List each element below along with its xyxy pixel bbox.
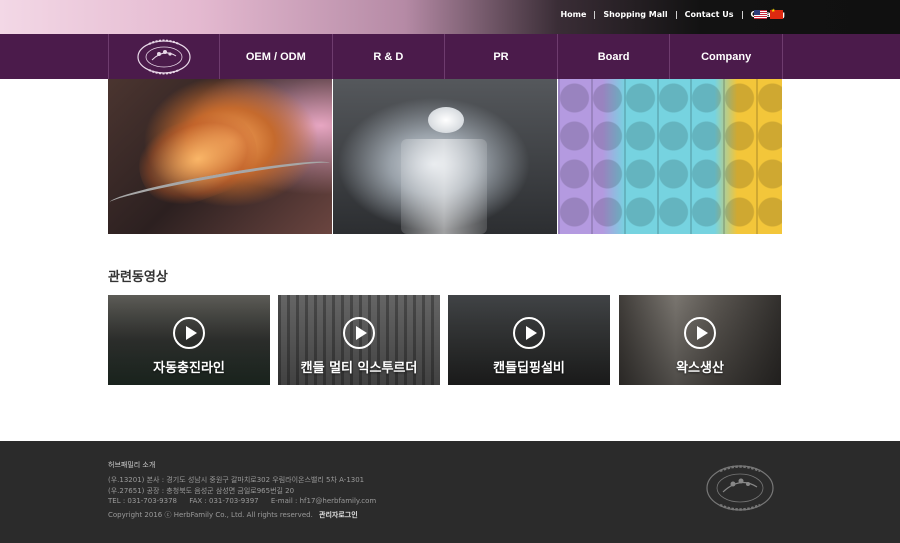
top-bar: Home Shopping Mall Contact Us Catalog: [0, 0, 900, 34]
page: Home Shopping Mall Contact Us Catalog ★ …: [0, 0, 900, 543]
play-icon[interactable]: [173, 317, 205, 349]
play-icon[interactable]: [513, 317, 545, 349]
video-card[interactable]: 왁스생산: [619, 295, 781, 385]
nav-pr[interactable]: PR: [445, 34, 558, 79]
video-card[interactable]: 캔들 멀티 익스투르더: [278, 295, 440, 385]
home-link[interactable]: Home: [560, 10, 586, 19]
footer-tel: TEL : 031-703-9378: [108, 497, 177, 505]
herb-family-logo-icon: [137, 39, 191, 74]
hero-image-glass-bottle: [333, 79, 557, 234]
video-card[interactable]: 자동충진라인: [108, 295, 270, 385]
admin-login-link[interactable]: 관리자로그인: [319, 511, 358, 519]
hero-banner: [108, 79, 782, 234]
shopping-mall-link[interactable]: Shopping Mall: [603, 10, 667, 19]
bottle: [401, 139, 487, 234]
footer-address-factory: (우.27651) 공장 : 충청북도 음성군 삼성면 금일로965번길 20: [108, 487, 295, 495]
divider: [594, 10, 596, 19]
hero-image-colored-candles: [558, 79, 782, 234]
footer: 허브패밀리 소개 (우.13201) 본사 : 경기도 성남시 중원구 갈마치로…: [0, 441, 900, 543]
footer-email: E-mail : hf17@herbfamily.com: [270, 497, 377, 505]
video-label: 자동충진라인: [153, 361, 225, 376]
candle-dots: [558, 79, 782, 234]
nav-r-and-d[interactable]: R & D: [333, 34, 446, 79]
video-label: 왁스생산: [676, 361, 724, 376]
section-title: 관련동영상: [108, 270, 168, 285]
video-list: 자동충진라인 캔들 멀티 익스투르더 캔들딥핑설비 왁스생산: [108, 295, 782, 385]
contact-us-link[interactable]: Contact Us: [685, 10, 734, 19]
main-nav-inner: OEM / ODM R & D PR Board Company: [108, 34, 783, 79]
footer-logo-icon: [706, 465, 774, 511]
nav-company[interactable]: Company: [670, 34, 783, 79]
footer-fax: FAX : 031-703-9397: [189, 497, 259, 505]
bottle-cap: [428, 107, 464, 133]
hero-image-filling-line: [108, 79, 332, 234]
divider: [675, 10, 677, 19]
nav-oem-odm[interactable]: OEM / ODM: [220, 34, 333, 79]
footer-copyright: Copyright 2016 ⓒ HerbFamily Co., Ltd. Al…: [108, 511, 313, 519]
video-card[interactable]: 캔들딥핑설비: [448, 295, 610, 385]
us-flag-icon[interactable]: [754, 10, 767, 19]
china-flag-icon[interactable]: [770, 8, 783, 19]
video-label: 캔들딥핑설비: [493, 361, 565, 376]
play-icon[interactable]: [684, 317, 716, 349]
footer-contact: TEL : 031-703-9378 FAX : 031-703-9397 E-…: [108, 497, 376, 505]
nav-board[interactable]: Board: [558, 34, 671, 79]
top-links: Home Shopping Mall Contact Us Catalog: [560, 10, 785, 19]
main-nav: OEM / ODM R & D PR Board Company: [0, 34, 900, 79]
divider: [741, 10, 743, 19]
footer-copyright-line: Copyright 2016 ⓒ HerbFamily Co., Ltd. Al…: [108, 510, 358, 520]
play-icon[interactable]: [343, 317, 375, 349]
footer-title: 허브패밀리 소개: [108, 461, 156, 469]
logo[interactable]: [108, 34, 220, 79]
footer-address-hq: (우.13201) 본사 : 경기도 성남시 중원구 갈마치로302 우림라이온…: [108, 476, 365, 484]
video-label: 캔들 멀티 익스투르더: [300, 361, 418, 376]
